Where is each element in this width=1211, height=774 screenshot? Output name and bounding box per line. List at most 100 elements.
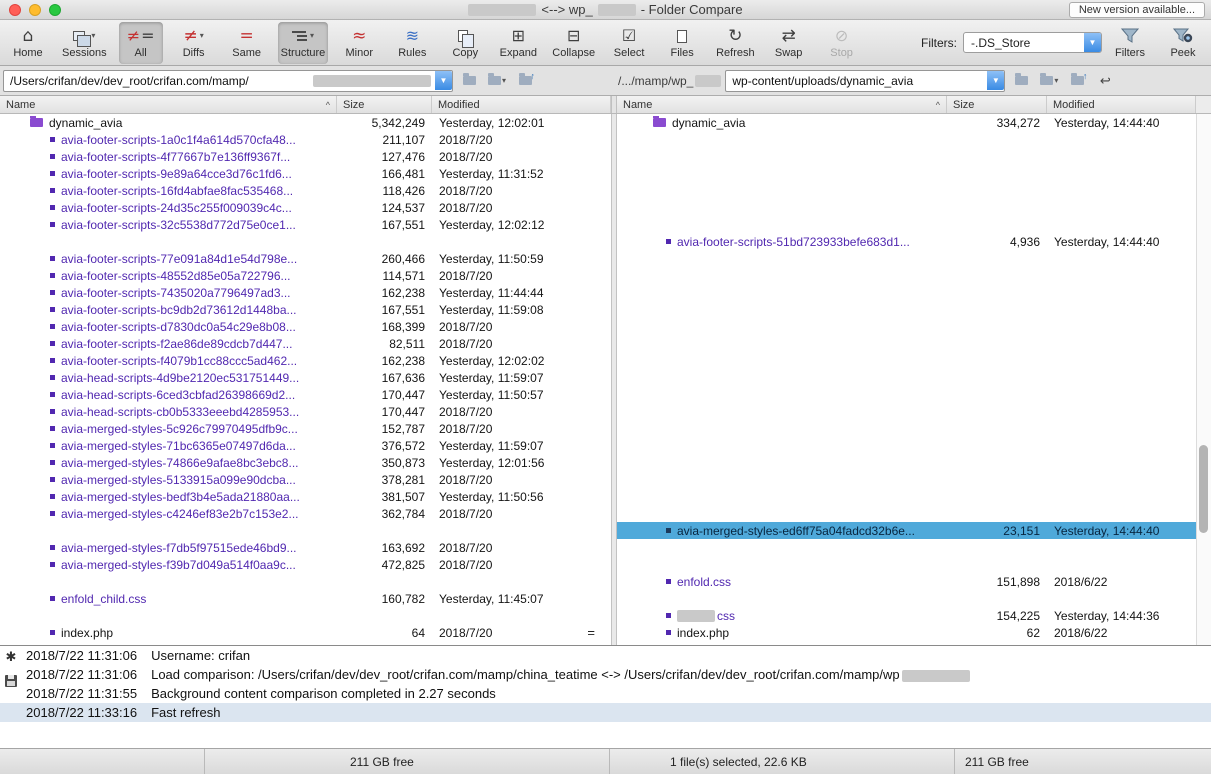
chevron-down-icon[interactable]: ▼ xyxy=(1084,33,1101,52)
vertical-scrollbar[interactable] xyxy=(1196,114,1211,645)
toolbar-button-home[interactable]: ⌂ Home xyxy=(6,22,50,64)
file-row xyxy=(617,386,1196,403)
toolbar-button-filters[interactable]: Filters xyxy=(1108,22,1152,64)
window-title-suffix: - Folder Compare xyxy=(640,2,743,17)
file-row[interactable]: dynamic_avia 5,342,249 Yesterday, 12:02:01 xyxy=(0,114,611,131)
file-row[interactable]: avia-merged-styles-bedf3b4e5ada21880aa..… xyxy=(0,488,611,505)
right-path-input[interactable]: wp-content/uploads/dynamic_avia ▼ xyxy=(725,69,1006,92)
toolbar-button-all[interactable]: ≠ = All xyxy=(118,21,163,64)
file-row[interactable]: avia-merged-styles-5c926c79970495dfb9c..… xyxy=(0,420,611,437)
file-row[interactable]: avia-footer-scripts-1a0c1f4a614d570cfa48… xyxy=(0,131,611,148)
file-row[interactable]: avia-footer-scripts-16fd4abfae8fac535468… xyxy=(0,182,611,199)
toolbar-button-minor[interactable]: ≈ Minor xyxy=(337,22,381,64)
column-header-name-right[interactable]: Name ^ xyxy=(617,96,947,113)
toolbar-button-peek[interactable]: Peek xyxy=(1161,22,1205,64)
right-browse-folder-button[interactable] xyxy=(1009,70,1033,92)
file-row[interactable]: enfold.css 151,898 2018/6/22 xyxy=(617,573,1196,590)
file-row[interactable]: avia-footer-scripts-32c5538d772d75e0ce1.… xyxy=(0,216,611,233)
left-path-input[interactable]: /Users/crifan/dev/dev_root/crifan.com/ma… xyxy=(3,69,453,92)
left-browse-folder-button[interactable] xyxy=(457,70,481,92)
file-row[interactable]: avia-footer-scripts-d7830dc0a54c29e8b08.… xyxy=(0,318,611,335)
toolbar-button-structure[interactable]: ▾ Structure xyxy=(277,21,329,64)
file-row[interactable]: avia-merged-styles-74866e9afae8bc3ebc8..… xyxy=(0,454,611,471)
file-row[interactable]: avia-footer-scripts-bc9db2d73612d1448ba.… xyxy=(0,301,611,318)
folder-icon xyxy=(1040,73,1054,85)
toolbar-button-select[interactable]: ☑ Select xyxy=(607,22,651,64)
log-line[interactable]: 2018/7/22 11:31:06 Load comparison: /User… xyxy=(0,665,1211,684)
file-row[interactable]: avia-footer-scripts-51bd723933befe683d1.… xyxy=(617,233,1196,250)
column-header-modified-left[interactable]: Modified xyxy=(432,96,611,113)
column-header-modified-right[interactable]: Modified xyxy=(1047,96,1196,113)
file-row[interactable]: avia-merged-styles-71bc6365e07497d6da...… xyxy=(0,437,611,454)
toolbar-button-same[interactable]: = Same xyxy=(225,22,269,64)
file-row[interactable]: index.php 62 2018/6/22 xyxy=(617,624,1196,641)
file-row[interactable]: avia-footer-scripts-24d35c255f009039c4c.… xyxy=(0,199,611,216)
toolbar-button-refresh[interactable]: ↻ Refresh xyxy=(713,22,758,64)
file-modified: Yesterday, 11:50:59 xyxy=(439,251,544,266)
file-row[interactable]: css 154,225 Yesterday, 14:44:36 xyxy=(617,607,1196,624)
toolbar-button-sessions[interactable]: ▾ Sessions xyxy=(59,22,110,64)
file-row[interactable]: avia-footer-scripts-f4079b1cc88ccc5ad462… xyxy=(0,352,611,369)
file-row[interactable]: avia-head-scripts-cb0b5333eeebd4285953..… xyxy=(0,403,611,420)
chevron-down-icon[interactable]: ▼ xyxy=(987,71,1005,90)
toolbar-button-copy[interactable]: Copy xyxy=(443,22,487,64)
log-line[interactable]: 2018/7/22 11:31:55 Background content com… xyxy=(0,684,1211,703)
file-row[interactable]: avia-merged-styles-ed6ff75a04fadcd32b6e.… xyxy=(617,522,1196,539)
save-log-icon[interactable] xyxy=(5,675,17,687)
file-size: 167,551 xyxy=(381,302,425,317)
file-row[interactable]: index.php 64 2018/7/20 = xyxy=(0,624,611,641)
toolbar-button-stop[interactable]: ⊘ Stop xyxy=(820,22,864,64)
file-row[interactable]: avia-merged-styles-f39b7d049a514f0aa9c..… xyxy=(0,556,611,573)
chevron-down-icon[interactable]: ▼ xyxy=(435,71,452,90)
scrollbar-thumb[interactable] xyxy=(1199,445,1208,533)
right-back-button[interactable]: ↩ xyxy=(1093,70,1117,92)
toolbar-button-collapse[interactable]: ⊟ Collapse xyxy=(549,22,598,64)
file-size: 163,692 xyxy=(381,540,425,555)
minimize-button[interactable] xyxy=(29,4,41,16)
file-row[interactable]: avia-head-scripts-4d9be2120ec531751449..… xyxy=(0,369,611,386)
file-row[interactable]: avia-footer-scripts-48552d85e05a722796..… xyxy=(0,267,611,284)
close-button[interactable] xyxy=(9,4,21,16)
file-bullet-icon xyxy=(50,358,55,363)
new-version-button[interactable]: New version available... xyxy=(1068,2,1205,18)
file-modified: Yesterday, 11:59:07 xyxy=(439,438,544,453)
column-header-name-left[interactable]: Name ^ xyxy=(0,96,337,113)
column-headers: Name ^ Size Modified Name ^ Size Modifie… xyxy=(0,96,1211,114)
left-folder-menu-button[interactable]: ▾ xyxy=(485,70,509,92)
left-parent-folder-button[interactable]: ↑ xyxy=(513,70,537,92)
column-header-size-right[interactable]: Size xyxy=(947,96,1047,113)
log-timestamp: 2018/7/22 11:31:55 xyxy=(26,686,138,701)
file-row[interactable]: avia-footer-scripts-9e89a64cce3d76c1fd6.… xyxy=(0,165,611,182)
file-row[interactable]: avia-footer-scripts-7435020a7796497ad3..… xyxy=(0,284,611,301)
file-row[interactable]: avia-merged-styles-f7db5f97515ede46bd9..… xyxy=(0,539,611,556)
sessions-icon: ▾ xyxy=(73,26,95,47)
log-line[interactable]: 2018/7/22 11:33:16 Fast refresh xyxy=(0,703,1211,722)
filters-combo[interactable]: -.DS_Store ▼ xyxy=(963,32,1102,53)
toolbar-button-swap[interactable]: ⇄ Swap xyxy=(767,22,811,64)
gear-icon[interactable]: ✱ xyxy=(6,651,17,664)
file-row[interactable]: enfold_child.css 160,782 Yesterday, 11:45:… xyxy=(0,590,611,607)
log-line[interactable]: 2018/7/22 11:31:06 Username: crifan xyxy=(0,646,1211,665)
toolbar-button-expand[interactable]: ⊞ Expand xyxy=(496,22,540,64)
file-row[interactable]: avia-head-scripts-6ced3cbfad26398669d2..… xyxy=(0,386,611,403)
right-parent-folder-button[interactable]: ↑ xyxy=(1065,70,1089,92)
toolbar-button-label: Expand xyxy=(499,47,537,59)
column-header-size-left[interactable]: Size xyxy=(337,96,432,113)
left-pane-headers: Name ^ Size Modified xyxy=(0,96,611,113)
file-name: avia-footer-scripts-1a0c1f4a614d570cfa48… xyxy=(61,132,296,147)
right-folder-menu-button[interactable]: ▾ xyxy=(1037,70,1061,92)
toolbar-button-rules[interactable]: ≋ Rules xyxy=(390,22,434,64)
file-bullet-icon xyxy=(666,630,671,635)
toolbar-button-files[interactable]: Files xyxy=(660,22,704,64)
file-row[interactable]: dynamic_avia 334,272 Yesterday, 14:44:40 xyxy=(617,114,1196,131)
log-timestamp: 2018/7/22 11:31:06 xyxy=(26,667,138,682)
zoom-button[interactable] xyxy=(49,4,61,16)
file-row xyxy=(617,437,1196,454)
file-row[interactable]: avia-footer-scripts-4f77667b7e136ff9367f… xyxy=(0,148,611,165)
file-row[interactable]: avia-merged-styles-5133915a099e90dcba...… xyxy=(0,471,611,488)
file-name: avia-footer-scripts-d7830dc0a54c29e8b08.… xyxy=(61,319,296,334)
file-row[interactable]: avia-merged-styles-c4246ef83e2b7c153e2..… xyxy=(0,505,611,522)
file-row[interactable]: avia-footer-scripts-77e091a84d1e54d798e.… xyxy=(0,250,611,267)
toolbar-button-diffs[interactable]: ≠ ▾ Diffs xyxy=(172,22,216,64)
file-row[interactable]: avia-footer-scripts-f2ae86de89cdcb7d447.… xyxy=(0,335,611,352)
